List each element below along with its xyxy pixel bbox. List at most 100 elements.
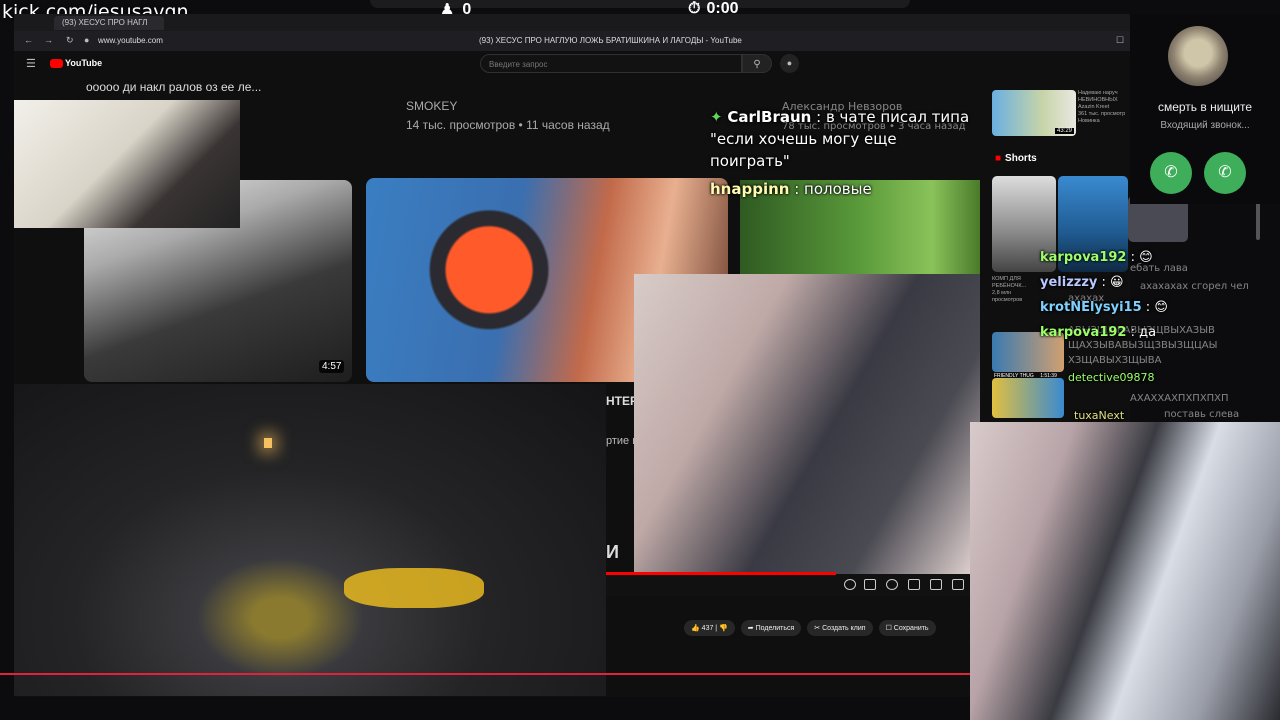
game-capture <box>14 384 606 696</box>
chat-text: половые <box>804 180 872 198</box>
chat-username: krotNElysyi15 <box>1040 300 1142 315</box>
address-url[interactable]: www.youtube.com <box>98 36 163 45</box>
sidebar-video-channel: Azazin Kreet <box>1078 104 1110 110</box>
chat-username: yelizzzy <box>1040 275 1098 290</box>
shorts-label: Shorts <box>1005 153 1037 164</box>
chat-badge-icon: ✦ <box>710 108 723 126</box>
video-title-cut[interactable]: ооооо ди накл ралов оз ее ле... <box>86 80 346 94</box>
site-info-icon[interactable]: ● <box>84 35 94 45</box>
chat-text: да <box>1139 325 1157 340</box>
like-count: 437 <box>701 625 714 632</box>
cut-text: И <box>606 542 619 562</box>
chat-username: CarlBraun <box>727 108 812 126</box>
sidebar-video-thumbnail[interactable]: 43:29 <box>992 90 1076 136</box>
chat-ghost-text: поставь слева <box>1164 409 1240 420</box>
save-button[interactable]: ☐ Сохранить <box>878 620 936 636</box>
guest-webcam <box>14 100 240 228</box>
page-title: (93) ХЕСУС ПРО НАГЛУЮ ЛОЖЬ БРАТИШКИНА И … <box>479 36 742 45</box>
video-player[interactable] <box>634 274 980 574</box>
bottom-strip <box>14 697 970 720</box>
bookmark-icon[interactable]: ☐ <box>1116 35 1126 45</box>
sidebar-video-views: 361 тыс. просмотр <box>1078 111 1126 117</box>
sidebar-video-duration: 43:29 <box>1054 128 1074 134</box>
stream-chat-right: karpova192 : 😊 yelizzzy : 😀 krotNElysyi1… <box>1040 248 1280 342</box>
video-duration: 4:57 <box>319 360 345 373</box>
video-actions: 👍 437 | 👎 ➦ Поделиться ✂ Создать клип ☐ … <box>684 620 936 636</box>
phone-icon: ✆ <box>1164 164 1178 181</box>
browser-tabbar: (93) ХЕСУС ПРО НАГЛ <box>14 14 1130 31</box>
player-controls <box>606 572 970 596</box>
menu-icon[interactable]: ☰ <box>26 59 36 70</box>
autoplay-icon[interactable] <box>844 579 856 590</box>
emote-icon: 😊 <box>1154 300 1168 315</box>
streamer-webcam <box>970 422 1280 720</box>
chat-text: в чате писал типа <box>825 108 970 126</box>
shorts-icon: ■ <box>995 153 1002 164</box>
mic-icon[interactable]: ● <box>780 54 799 73</box>
answer-video-button[interactable]: ✆ <box>1204 152 1246 194</box>
browser-tab[interactable]: (93) ХЕСУС ПРО НАГЛ <box>54 16 164 30</box>
save-label: Сохранить <box>893 625 929 632</box>
fullscreen-icon[interactable] <box>952 579 964 590</box>
settings-icon[interactable] <box>886 579 898 590</box>
share-label: Поделиться <box>755 625 795 632</box>
chat-message: ✦ CarlBraun : в чате писал типа <box>710 108 970 126</box>
youtube-logo-text: YouTube <box>65 58 103 68</box>
chat-message: karpova192 : 😊 <box>1040 250 1153 265</box>
call-status: Входящий звонок... <box>1160 120 1250 131</box>
youtube-play-icon <box>50 58 63 68</box>
search-button[interactable]: ⚲ <box>742 54 772 73</box>
youtube-logo[interactable]: YouTube <box>50 58 102 68</box>
reload-icon[interactable]: ↻ <box>66 35 76 45</box>
share-button[interactable]: ➦ Поделиться <box>740 620 802 636</box>
browser-address-bar: ← → ↻ ● www.youtube.com (93) ХЕСУС ПРО Н… <box>14 31 1130 52</box>
lava-pool <box>344 568 484 608</box>
chat-username: karpova192 <box>1040 250 1127 265</box>
channel-name[interactable]: SMOKEY <box>406 99 457 113</box>
stream-chat-top: ✦ CarlBraun : в чате писал типа "если хо… <box>710 80 976 198</box>
emote-icon: 😀 <box>1110 275 1124 290</box>
sidebar-video-thumbnail[interactable] <box>992 378 1064 418</box>
answer-call-button[interactable]: ✆ <box>1150 152 1192 194</box>
tab-title: (93) ХЕСУС ПРО НАГЛ <box>62 18 148 27</box>
chat-message: karpova192 : да <box>1040 325 1157 340</box>
sidebar-video-info[interactable]: Надеваю наруч НЕВИНОВНЫХ Azazin Kreet 36… <box>1078 90 1128 125</box>
chat-text: "если хочешь могу еще <box>710 130 897 148</box>
progress-bar[interactable] <box>606 572 836 575</box>
shorts-header: ■ Shorts <box>995 153 1037 164</box>
like-button[interactable]: 👍 437 | 👎 <box>684 620 735 636</box>
caller-avatar <box>1168 26 1228 86</box>
chat-message: yelizzzy : 😀 <box>1040 275 1124 290</box>
sidebar-video-title: Надеваю наруч <box>1078 90 1118 96</box>
scrollbar[interactable] <box>1256 200 1260 240</box>
sidebar-video-list: FRIENDLY THUG 1:51:39 <box>992 332 1076 422</box>
forward-icon[interactable]: → <box>44 35 54 45</box>
phone-icon: ✆ <box>1218 164 1232 181</box>
stream-divider-line <box>0 673 970 675</box>
chat-message: "если хочешь могу еще <box>710 128 976 150</box>
incoming-call-widget: смерть в нищите Входящий звонок... ✆ ✆ <box>1130 14 1280 204</box>
emote-icon: 😊 <box>1139 250 1153 265</box>
chat-message: hnappinn : половые <box>710 180 872 198</box>
chat-username: detective09878 <box>1068 371 1155 384</box>
youtube-header: ☰ YouTube Введите запрос ⚲ ● <box>14 51 1130 77</box>
chat-ghost-text: ХЗЩАВЫХЗЩЫВА <box>1068 355 1162 366</box>
search-input[interactable]: Введите запрос <box>480 54 742 73</box>
miniplayer-icon[interactable] <box>908 579 920 590</box>
clip-button[interactable]: ✂ Создать клип <box>807 620 873 636</box>
chat-username: hnappinn <box>710 180 790 198</box>
theater-icon[interactable] <box>930 579 942 590</box>
chat-message: поиграть" <box>710 150 976 172</box>
chat-text: поиграть" <box>710 152 790 170</box>
chat-ghost-text: АХАХХАХПХПХПХП <box>1130 393 1229 404</box>
chat-message: krotNElysyi15 : 😊 <box>1040 300 1168 315</box>
clip-label: Создать клип <box>822 625 866 632</box>
sidebar-video-title: НЕВИНОВНЫХ <box>1078 97 1118 103</box>
subtitles-icon[interactable] <box>864 579 876 590</box>
sidebar-video-duration: 1:51:39 <box>1040 373 1057 379</box>
chat-username: karpova192 <box>1040 325 1127 340</box>
sidebar-video-label: FRIENDLY THUG <box>994 373 1034 379</box>
back-icon[interactable]: ← <box>24 35 34 45</box>
lantern <box>264 438 272 448</box>
sidebar-video-badge: Новинка <box>1078 118 1100 124</box>
